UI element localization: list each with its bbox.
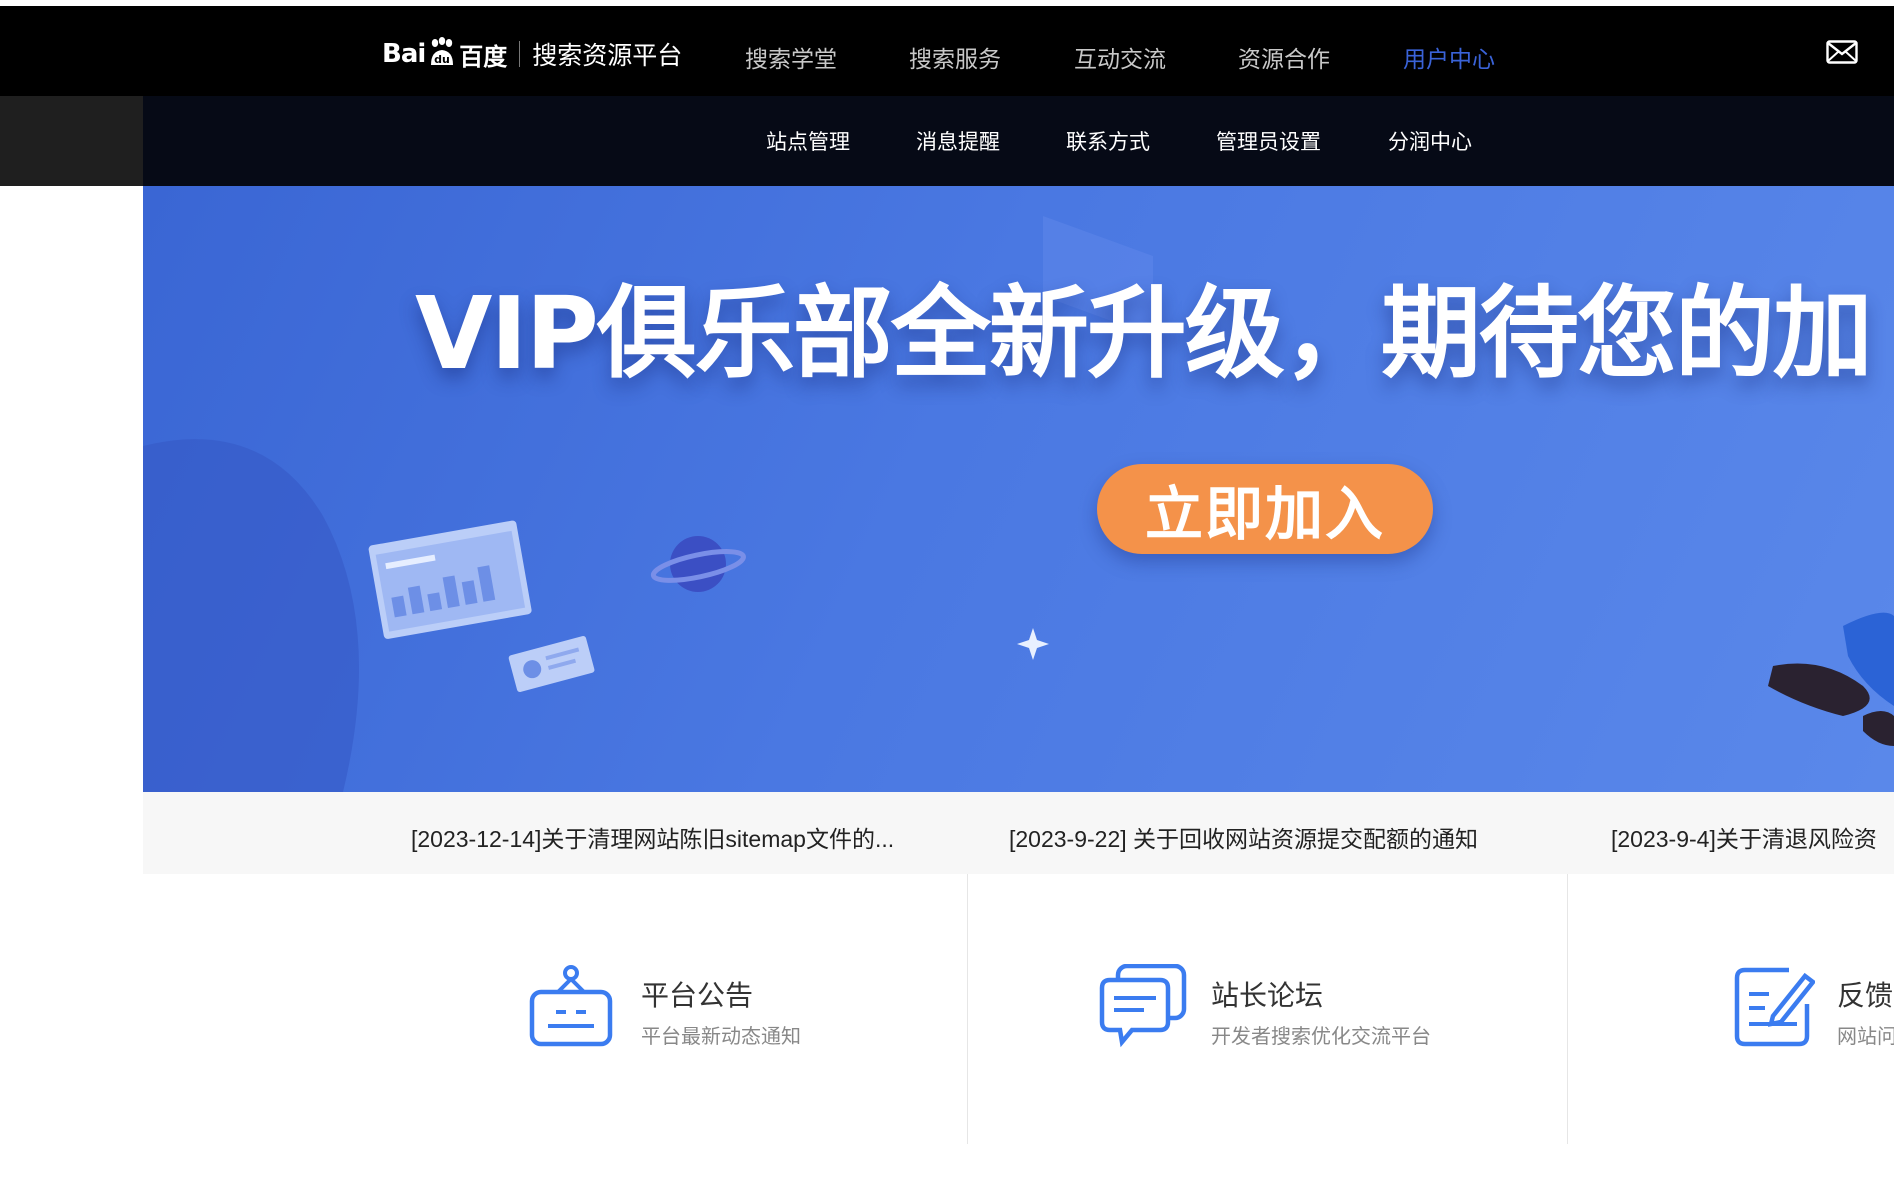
feedback-edit-icon	[1733, 964, 1817, 1053]
join-now-button[interactable]: 立即加入	[1097, 464, 1433, 554]
nav-item-interaction[interactable]: 互动交流	[1074, 40, 1166, 74]
card-description: 网站问	[1837, 1026, 1894, 1048]
card-platform-announcement[interactable]: 平台公告 平台最新动态通知	[528, 964, 848, 1064]
card-description: 开发者搜索优化交流平台	[1211, 1026, 1431, 1048]
card-divider	[1567, 874, 1568, 1144]
subnav-site-management[interactable]: 站点管理	[766, 126, 850, 156]
notice-link[interactable]: [2023-12-14]关于清理网站陈旧sitemap文件的...	[411, 820, 894, 854]
nav-item-search-service[interactable]: 搜索服务	[909, 40, 1001, 74]
subnav-contact-info[interactable]: 联系方式	[1066, 126, 1150, 156]
feature-cards: 平台公告 平台最新动态通知 站长论坛 开发者搜索优化交流平台 反馈 网站问	[143, 874, 1894, 1144]
card-title: 反馈	[1837, 980, 1894, 1011]
card-webmaster-forum[interactable]: 站长论坛 开发者搜索优化交流平台	[1098, 963, 1458, 1064]
notice-link[interactable]: [2023-9-4]关于清退风险资	[1611, 820, 1877, 854]
mail-icon[interactable]	[1826, 40, 1858, 64]
nav-item-resource-cooperation[interactable]: 资源合作	[1238, 40, 1330, 74]
banner-title: VIP俱乐部全新升级，期待您的加	[415, 275, 1873, 392]
nav-item-search-school[interactable]: 搜索学堂	[745, 40, 837, 74]
subnav-left-strip	[0, 96, 143, 186]
card-description: 平台最新动态通知	[641, 1026, 801, 1048]
notice-bar: [2023-12-14]关于清理网站陈旧sitemap文件的... [2023-…	[143, 792, 1894, 874]
forum-chat-icon	[1098, 963, 1188, 1057]
card-feedback[interactable]: 反馈 网站问	[1733, 964, 1894, 1064]
card-title: 站长论坛	[1211, 980, 1324, 1011]
subnav-revenue-center[interactable]: 分润中心	[1388, 126, 1472, 156]
sub-navbar: 站点管理 消息提醒 联系方式 管理员设置 分润中心	[143, 96, 1894, 186]
subnav-message-reminder[interactable]: 消息提醒	[916, 126, 1000, 156]
main-nav: 搜索学堂 搜索服务 互动交流 资源合作 用户中心	[0, 32, 1894, 76]
notice-link[interactable]: [2023-9-22] 关于回收网站资源提交配额的通知	[1009, 820, 1478, 854]
announcement-icon	[528, 964, 614, 1053]
card-title: 平台公告	[641, 980, 754, 1011]
vip-club-banner[interactable]: VIP俱乐部全新升级，期待您的加 立即加入	[143, 186, 1894, 792]
card-divider	[967, 874, 968, 1144]
nav-item-user-center[interactable]: 用户中心	[1403, 40, 1495, 74]
subnav-admin-settings[interactable]: 管理员设置	[1216, 126, 1321, 156]
